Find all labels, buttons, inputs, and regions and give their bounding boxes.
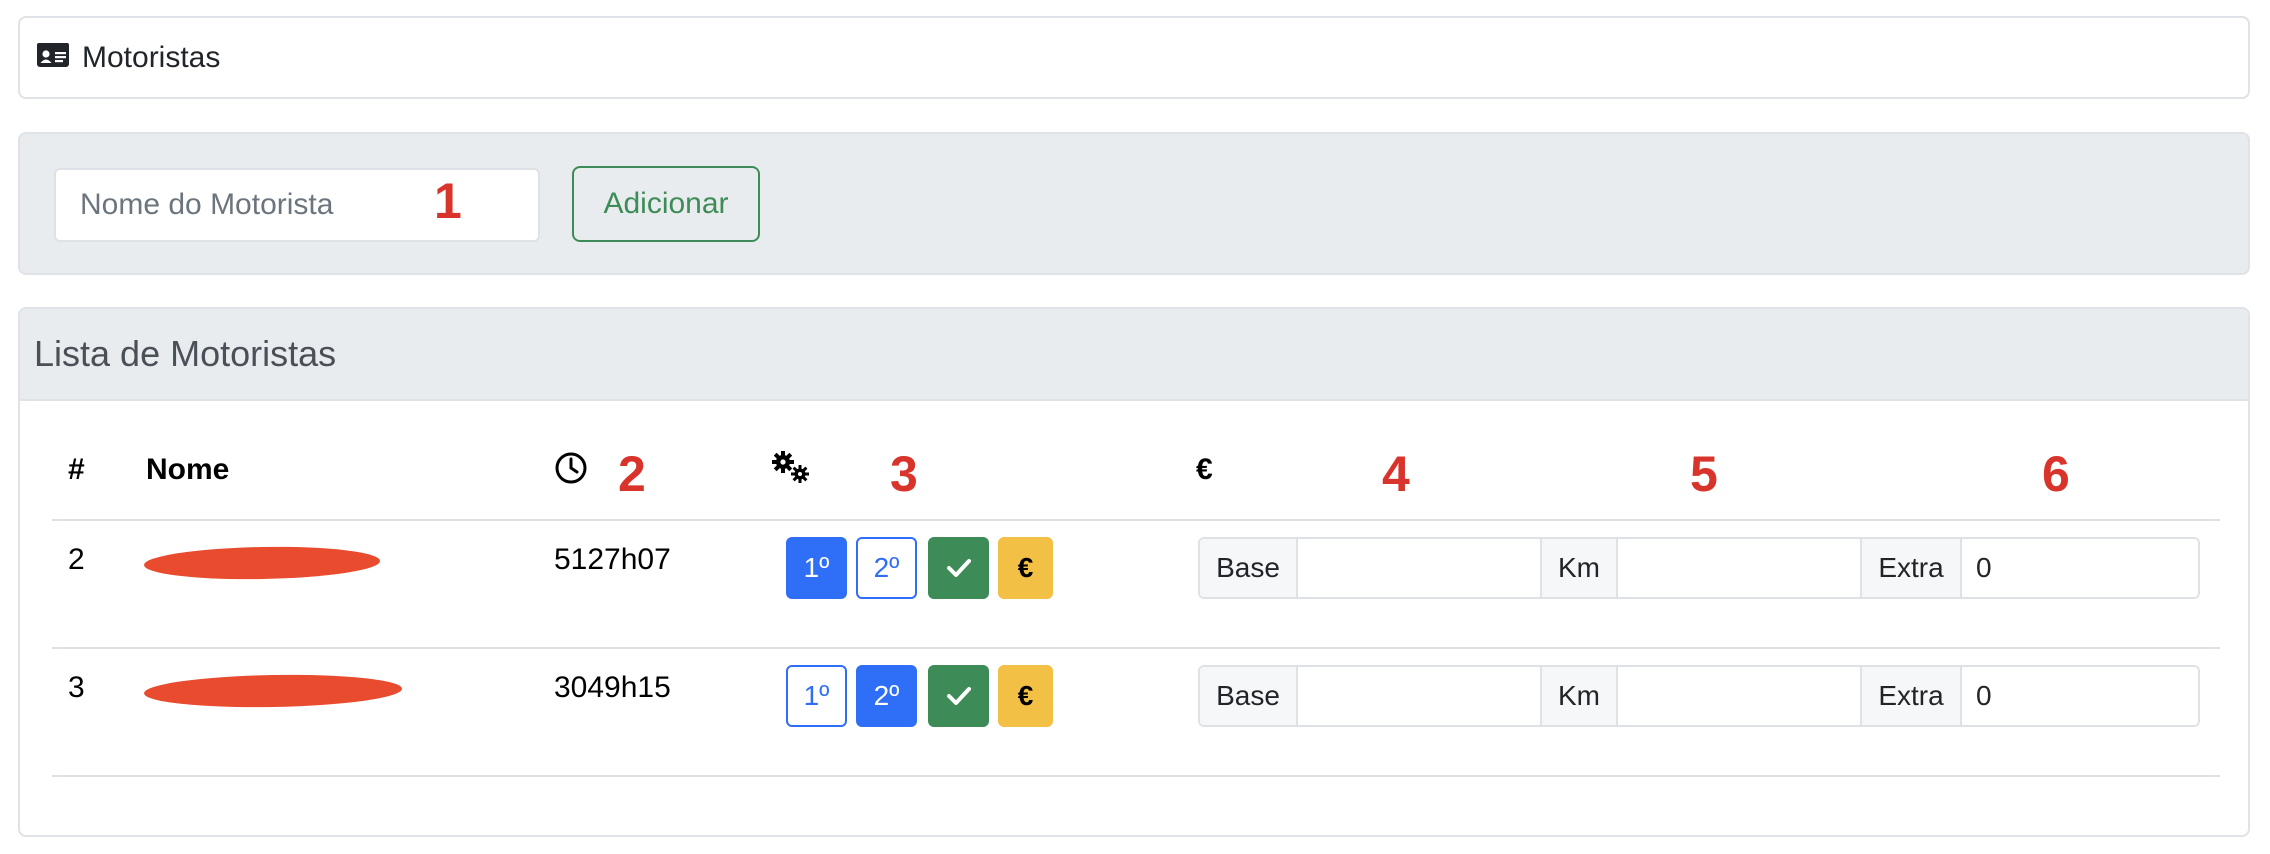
payment-button[interactable]: € (998, 665, 1053, 727)
annotation-4: 4 (1382, 446, 1410, 502)
page-header-card: Motoristas (18, 16, 2250, 99)
redacted-driver-name (143, 672, 403, 710)
clock-icon (554, 451, 588, 493)
extra-input[interactable] (1962, 667, 2198, 725)
id-card-icon (36, 42, 70, 73)
extra-label: Extra (1862, 667, 1962, 725)
km-label: Km (1542, 539, 1618, 597)
column-name-header: Nome (146, 453, 230, 486)
annotation-3: 3 (890, 446, 918, 502)
driver-list-card: Lista de Motoristas # Nome 2 3 € 4 5 6 2… (18, 307, 2250, 837)
pay-input-group: Base Km Extra (1198, 665, 2200, 727)
annotation-1: 1 (434, 173, 462, 229)
extra-input[interactable] (1962, 539, 2198, 597)
first-shift-button[interactable]: 1º (786, 665, 847, 727)
confirm-button[interactable] (928, 537, 989, 599)
annotation-5: 5 (1690, 446, 1718, 502)
base-label: Base (1200, 667, 1298, 725)
base-input[interactable] (1298, 539, 1542, 597)
driver-list-header: Lista de Motoristas (20, 309, 2248, 401)
row-index: 3 (68, 671, 85, 704)
check-icon (946, 559, 971, 577)
km-label: Km (1542, 667, 1618, 725)
annotation-2: 2 (618, 446, 646, 502)
table-header-row: # Nome 2 3 € 4 5 6 (52, 401, 2220, 521)
confirm-button[interactable] (928, 665, 989, 727)
base-input[interactable] (1298, 667, 1542, 725)
table-row: 3 3049h15 1º 2º € Base Km Extra (52, 649, 2220, 777)
extra-label: Extra (1862, 539, 1962, 597)
redacted-driver-name (143, 544, 381, 582)
second-shift-button[interactable]: 2º (856, 537, 917, 599)
table-row: 2 5127h07 1º 2º € Base Km Extra (52, 521, 2220, 649)
driver-list-title: Lista de Motoristas (34, 333, 337, 374)
driver-name-input[interactable] (54, 168, 540, 242)
add-driver-form: 1 Adicionar (18, 132, 2250, 275)
euro-icon: € (1196, 453, 1213, 486)
column-index-header: # (68, 453, 85, 486)
km-input[interactable] (1618, 539, 1862, 597)
page-title: Motoristas (82, 40, 221, 74)
row-index: 2 (68, 543, 85, 576)
first-shift-button[interactable]: 1º (786, 537, 847, 599)
check-icon (946, 687, 971, 705)
pay-input-group: Base Km Extra (1198, 537, 2200, 599)
payment-button[interactable]: € (998, 537, 1053, 599)
add-driver-button[interactable]: Adicionar (572, 166, 760, 242)
drivers-table: # Nome 2 3 € 4 5 6 2 5127h07 1º 2º € Bas… (52, 401, 2220, 777)
cogs-icon (770, 449, 812, 493)
km-input[interactable] (1618, 667, 1862, 725)
base-label: Base (1200, 539, 1298, 597)
driver-time: 3049h15 (554, 671, 671, 704)
annotation-6: 6 (2042, 446, 2070, 502)
driver-time: 5127h07 (554, 543, 671, 576)
second-shift-button[interactable]: 2º (856, 665, 917, 727)
